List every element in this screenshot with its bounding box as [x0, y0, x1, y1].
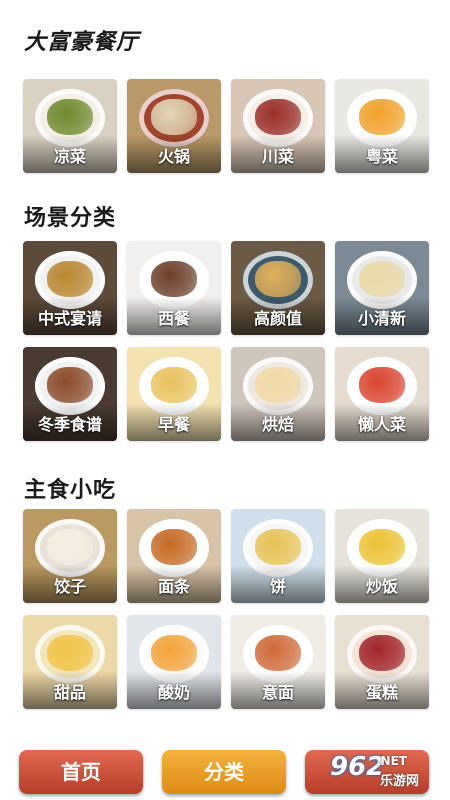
- home-button[interactable]: 首页: [19, 750, 143, 794]
- tile-label: 凉菜: [53, 147, 86, 166]
- section-grid-scene: 中式宴请 西餐 高颜值 小清新冬季食谱 早餐 烘焙 懒人菜: [23, 241, 429, 441]
- category-tile[interactable]: 早餐: [127, 347, 221, 441]
- tile-label: 意面: [261, 683, 294, 702]
- tile-label: 西餐: [157, 309, 190, 328]
- tile-label: 高颜值: [253, 309, 302, 328]
- section-title-restaurant: 大富豪餐厅: [24, 30, 140, 55]
- category-tile[interactable]: 酸奶: [127, 615, 221, 709]
- category-tile[interactable]: 高颜值: [231, 241, 325, 335]
- category-tile[interactable]: 小清新: [335, 241, 429, 335]
- tile-label: 甜品: [53, 683, 86, 702]
- tile-label: 中式宴请: [37, 309, 102, 328]
- tile-label: 面条: [157, 577, 190, 596]
- tile-label: 懒人菜: [357, 415, 406, 434]
- category-tile[interactable]: 意面: [231, 615, 325, 709]
- tile-label: 饼: [269, 577, 286, 596]
- category-tile[interactable]: 饼: [231, 509, 325, 603]
- tile-label: 蛋糕: [365, 683, 398, 702]
- section-grid-restaurant: 凉菜 火锅 川菜 粤菜: [23, 79, 429, 173]
- section-grid-staples: 饺子 面条 饼 炒饭甜品 酸奶 意面 蛋糕: [23, 509, 429, 709]
- section-title-scene: 场景分类: [24, 206, 117, 231]
- tile-label: 早餐: [157, 415, 190, 434]
- tile-label: 小清新: [357, 309, 406, 328]
- category-tile[interactable]: 粤菜: [335, 79, 429, 173]
- tile-label: 酸奶: [157, 683, 190, 702]
- tile-label: 川菜: [261, 147, 294, 166]
- watermark-logo: 962 .NET 乐游网: [330, 752, 440, 792]
- category-tile[interactable]: 冬季食谱: [23, 347, 117, 441]
- category-tile[interactable]: 蛋糕: [335, 615, 429, 709]
- tile-label: 火锅: [157, 147, 190, 166]
- watermark-brand: .NET: [376, 754, 407, 768]
- category-tile[interactable]: 烘焙: [231, 347, 325, 441]
- category-tile[interactable]: 懒人菜: [335, 347, 429, 441]
- tile-label: 烘焙: [261, 415, 294, 434]
- category-tile[interactable]: 川菜: [231, 79, 325, 173]
- category-tile[interactable]: 中式宴请: [23, 241, 117, 335]
- tile-label: 炒饭: [365, 577, 398, 596]
- category-tile[interactable]: 炒饭: [335, 509, 429, 603]
- category-tile[interactable]: 面条: [127, 509, 221, 603]
- category-button[interactable]: 分类: [162, 750, 286, 794]
- tile-label: 饺子: [53, 577, 86, 596]
- tile-label: 粤菜: [365, 147, 398, 166]
- category-tile[interactable]: 甜品: [23, 615, 117, 709]
- watermark-brand-cn: 乐游网: [380, 774, 420, 789]
- category-tile[interactable]: 饺子: [23, 509, 117, 603]
- category-tile[interactable]: 西餐: [127, 241, 221, 335]
- section-title-staples: 主食小吃: [24, 478, 117, 503]
- tile-label: 冬季食谱: [37, 415, 102, 434]
- category-tile[interactable]: 火锅: [127, 79, 221, 173]
- category-tile[interactable]: 凉菜: [23, 79, 117, 173]
